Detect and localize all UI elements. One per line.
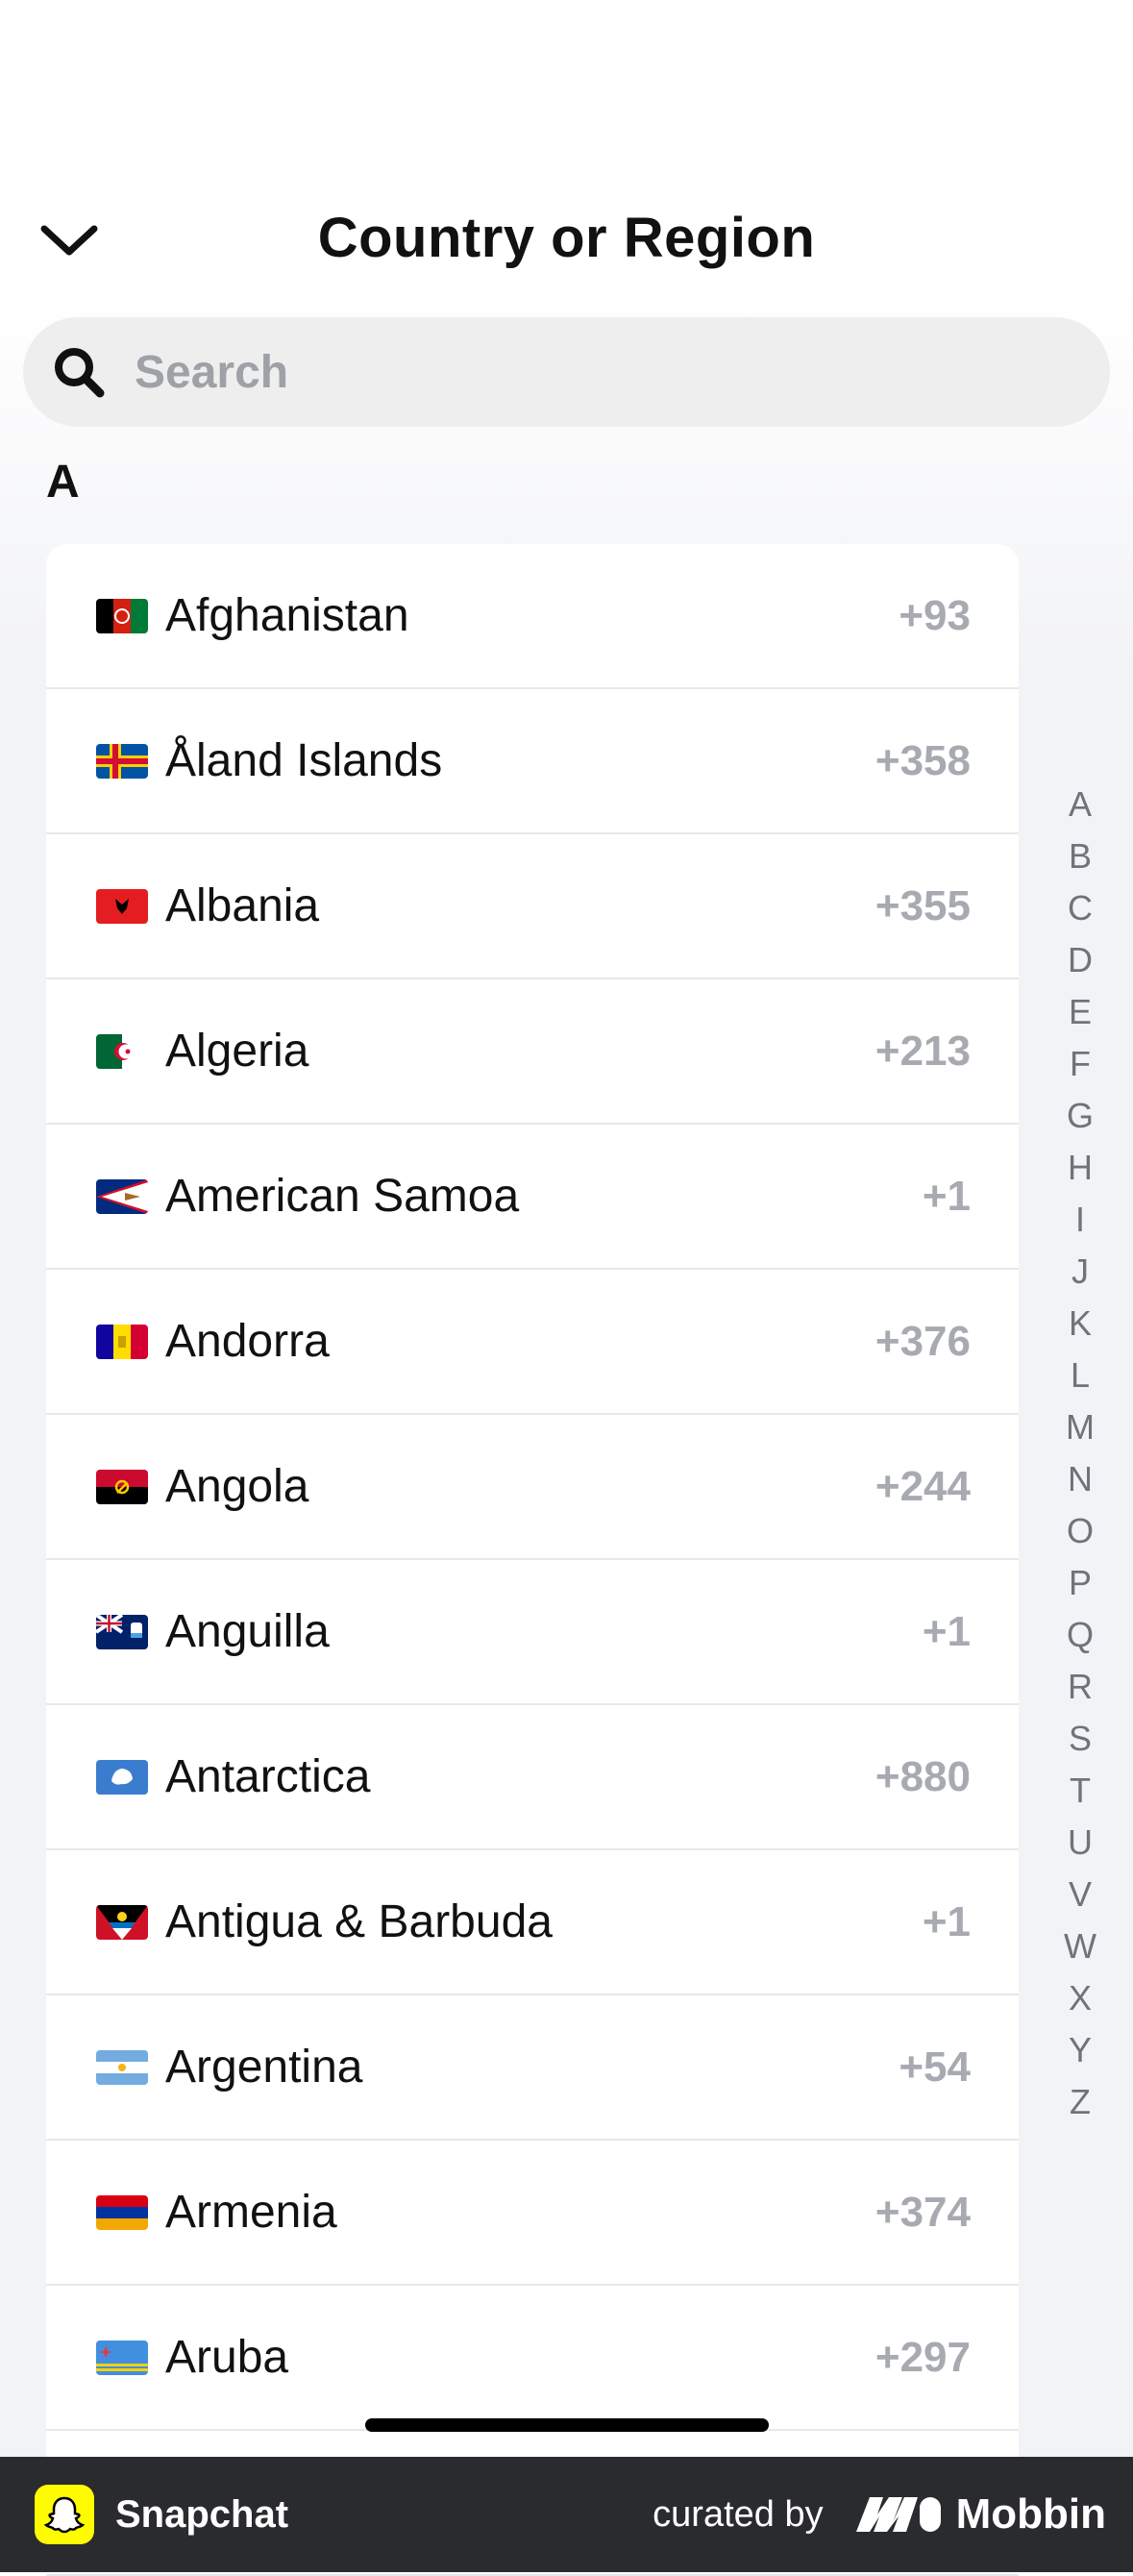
country-row-aland-islands[interactable]: Åland Islands +358 bbox=[46, 689, 1019, 834]
index-letter-q[interactable]: Q bbox=[1053, 1609, 1107, 1661]
country-row-angola[interactable]: Angola +244 bbox=[46, 1415, 1019, 1560]
flag-american-samoa-icon bbox=[96, 1178, 148, 1214]
dial-code: +880 bbox=[874, 1752, 971, 1800]
country-row-antigua-barbuda[interactable]: Antigua & Barbuda +1 bbox=[46, 1850, 1019, 1995]
flag-afghanistan-icon bbox=[96, 598, 148, 633]
country-row-aruba[interactable]: Aruba +297 bbox=[46, 2286, 1019, 2431]
index-letter-p[interactable]: P bbox=[1053, 1557, 1107, 1609]
country-name: Andorra bbox=[165, 1316, 330, 1367]
dial-code: +244 bbox=[874, 1462, 971, 1510]
index-letter-c[interactable]: C bbox=[1053, 882, 1107, 934]
index-letter-t[interactable]: T bbox=[1053, 1765, 1107, 1817]
flag-andorra-icon bbox=[96, 1324, 148, 1359]
flag-angola-icon bbox=[96, 1469, 148, 1504]
country-row-argentina[interactable]: Argentina +54 bbox=[46, 1995, 1019, 2141]
dial-code: +54 bbox=[899, 2043, 971, 2091]
index-letter-s[interactable]: S bbox=[1053, 1713, 1107, 1765]
country-row-american-samoa[interactable]: American Samoa +1 bbox=[46, 1125, 1019, 1270]
dial-code: +1 bbox=[922, 1607, 971, 1655]
index-letter-x[interactable]: X bbox=[1053, 1972, 1107, 2024]
dial-code: +1 bbox=[922, 1897, 971, 1945]
country-name: Argentina bbox=[165, 2042, 363, 2093]
page-title: Country or Region bbox=[317, 207, 816, 269]
index-letter-g[interactable]: G bbox=[1053, 1090, 1107, 1142]
search-icon bbox=[50, 343, 108, 401]
flag-aland-islands-icon bbox=[96, 743, 148, 779]
index-letter-u[interactable]: U bbox=[1053, 1817, 1107, 1869]
index-letter-v[interactable]: V bbox=[1053, 1869, 1107, 1920]
country-row-albania[interactable]: Albania +355 bbox=[46, 834, 1019, 979]
flag-aruba-icon bbox=[96, 2340, 148, 2375]
country-name: Antigua & Barbuda bbox=[165, 1896, 553, 1947]
country-name: Armenia bbox=[165, 2187, 337, 2238]
index-letter-k[interactable]: K bbox=[1053, 1298, 1107, 1350]
country-name: American Samoa bbox=[165, 1171, 520, 1222]
index-letter-l[interactable]: L bbox=[1053, 1350, 1107, 1401]
footer-banner: Snapchat curated by Mobbin bbox=[0, 2457, 1133, 2572]
country-name: Afghanistan bbox=[165, 590, 409, 641]
search-placeholder: Search bbox=[135, 346, 289, 398]
flag-argentina-icon bbox=[96, 2049, 148, 2085]
country-list: Afghanistan +93 Åland Islands +358 Alban… bbox=[46, 544, 1019, 2576]
flag-anguilla-icon bbox=[96, 1614, 148, 1649]
country-name: Anguilla bbox=[165, 1606, 330, 1657]
country-row-andorra[interactable]: Andorra +376 bbox=[46, 1270, 1019, 1415]
app-name: Snapchat bbox=[115, 2492, 289, 2536]
index-letter-n[interactable]: N bbox=[1053, 1453, 1107, 1505]
country-name: Albania bbox=[165, 880, 320, 931]
index-letter-d[interactable]: D bbox=[1053, 934, 1107, 986]
flag-antigua-barbuda-icon bbox=[96, 1904, 148, 1940]
flag-antarctica-icon bbox=[96, 1759, 148, 1795]
dial-code: +297 bbox=[874, 2333, 971, 2381]
section-header: A bbox=[46, 457, 80, 508]
dial-code: +358 bbox=[874, 736, 971, 784]
country-row-algeria[interactable]: Algeria +213 bbox=[46, 979, 1019, 1125]
index-letter-w[interactable]: W bbox=[1053, 1920, 1107, 1972]
snapchat-ghost-icon bbox=[35, 2485, 94, 2544]
index-letter-r[interactable]: R bbox=[1053, 1661, 1107, 1713]
home-indicator bbox=[365, 2418, 769, 2432]
country-row-afghanistan[interactable]: Afghanistan +93 bbox=[46, 544, 1019, 689]
country-name: Aruba bbox=[165, 2332, 289, 2383]
index-letter-y[interactable]: Y bbox=[1053, 2024, 1107, 2076]
index-letter-j[interactable]: J bbox=[1053, 1246, 1107, 1298]
mobbin-logo-icon bbox=[855, 2497, 941, 2532]
index-letter-f[interactable]: F bbox=[1053, 1038, 1107, 1090]
index-letter-a[interactable]: A bbox=[1053, 779, 1107, 830]
country-name: Åland Islands bbox=[165, 735, 443, 786]
country-row-armenia[interactable]: Armenia +374 bbox=[46, 2141, 1019, 2286]
dial-code: +93 bbox=[899, 591, 971, 639]
dial-code: +355 bbox=[874, 881, 971, 929]
dial-code: +374 bbox=[874, 2188, 971, 2236]
curated-by-label: curated by bbox=[653, 2493, 824, 2535]
dial-code: +213 bbox=[874, 1027, 971, 1075]
country-row-anguilla[interactable]: Anguilla +1 bbox=[46, 1560, 1019, 1705]
flag-algeria-icon bbox=[96, 1033, 148, 1069]
alphabet-index[interactable]: ABCDEFGHIJKLMNOPQRSTUVWXYZ bbox=[1053, 779, 1107, 2128]
dial-code: +1 bbox=[922, 1172, 971, 1220]
dial-code: +376 bbox=[874, 1317, 971, 1365]
country-name: Algeria bbox=[165, 1026, 309, 1077]
index-letter-b[interactable]: B bbox=[1053, 830, 1107, 882]
index-letter-h[interactable]: H bbox=[1053, 1142, 1107, 1194]
brand-name: Mobbin bbox=[955, 2490, 1106, 2538]
country-row-antarctica[interactable]: Antarctica +880 bbox=[46, 1705, 1019, 1850]
index-letter-z[interactable]: Z bbox=[1053, 2076, 1107, 2128]
search-input[interactable]: Search bbox=[23, 317, 1110, 427]
country-name: Antarctica bbox=[165, 1751, 371, 1802]
index-letter-m[interactable]: M bbox=[1053, 1401, 1107, 1453]
index-letter-i[interactable]: I bbox=[1053, 1194, 1107, 1246]
index-letter-e[interactable]: E bbox=[1053, 986, 1107, 1038]
flag-armenia-icon bbox=[96, 2194, 148, 2230]
header: Country or Region bbox=[0, 183, 1133, 298]
country-name: Angola bbox=[165, 1461, 309, 1512]
flag-albania-icon bbox=[96, 888, 148, 924]
index-letter-o[interactable]: O bbox=[1053, 1505, 1107, 1557]
